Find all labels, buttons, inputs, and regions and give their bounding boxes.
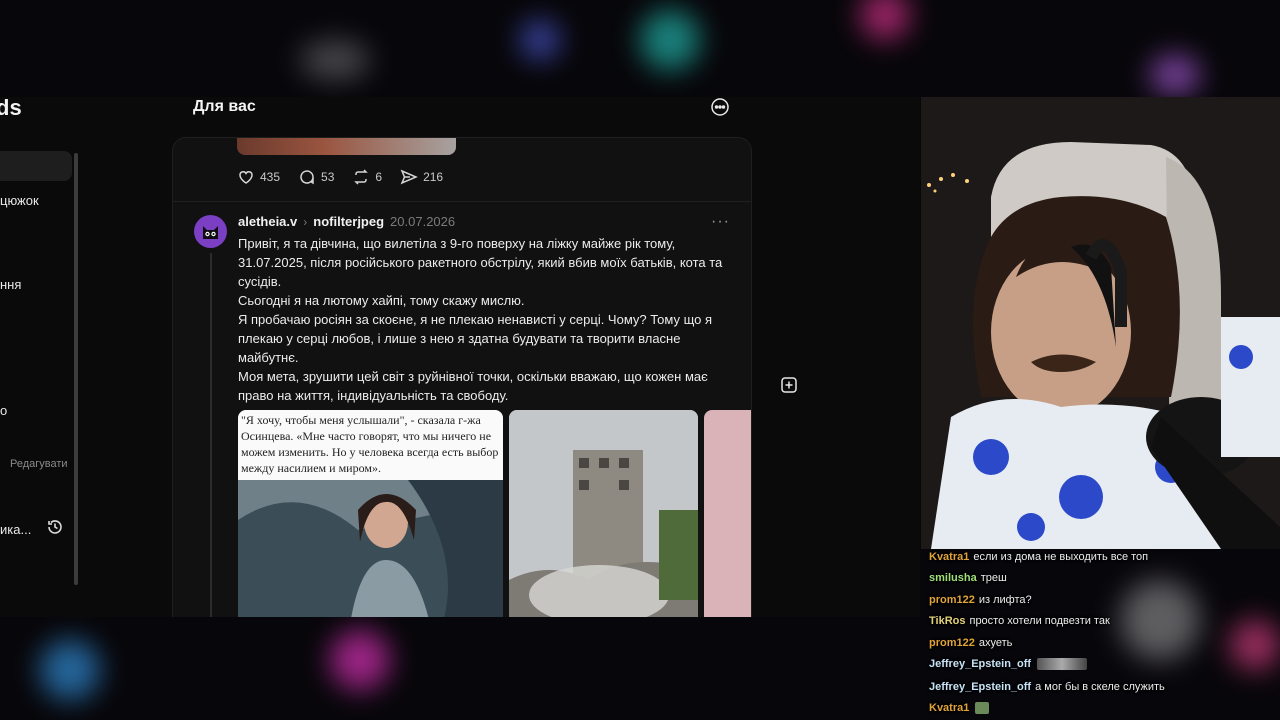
chat-text: просто хотели подвезти так (969, 615, 1110, 627)
sidebar-item-active[interactable] (0, 151, 72, 181)
stream-chat: Kvatra1 если из дома не выходить все топ … (921, 548, 1280, 720)
chat-username[interactable]: prom122 (929, 594, 975, 606)
post-image-3[interactable] (704, 410, 751, 617)
chevron-right-icon: › (303, 214, 308, 229)
feed-title: Для вас (193, 98, 256, 115)
thread-line (210, 253, 212, 617)
comment-icon (300, 170, 314, 185)
chat-username[interactable]: smilusha (929, 572, 977, 584)
chat-username[interactable]: TikRos (929, 615, 965, 627)
like-count: 435 (260, 170, 281, 184)
post-date: 20.07.2026 (390, 214, 456, 229)
previous-post-image[interactable] (237, 138, 456, 155)
chat-message: Jeffrey_Epstein_off (929, 658, 1088, 671)
previous-post-actions: 435 53 6 216 (237, 168, 443, 186)
comment-count: 53 (321, 170, 335, 184)
post-paragraph: Моя мета, зрушити цей світ з руйнівної т… (238, 369, 708, 403)
comment-button[interactable]: 53 (298, 168, 334, 186)
chat-username[interactable]: Jeffrey_Epstein_off (929, 681, 1031, 693)
post-paragraph: Привіт, я та дівчина, що вилетіла з 9-го… (238, 236, 723, 289)
chat-text: а мог бы в скеле служить (1035, 681, 1165, 693)
chat-text: если из дома не выходить все топ (973, 551, 1149, 563)
image-caption: "Я хочу, чтобы меня услышали", - сказала… (238, 410, 503, 480)
more-options-icon[interactable] (710, 97, 730, 117)
history-icon[interactable] (46, 518, 64, 536)
post-more-icon[interactable]: ··· (711, 213, 730, 231)
photo-woman-in-hospital (238, 480, 503, 617)
reply-to-username[interactable]: nofilterjpeg (313, 214, 384, 229)
post-image-1[interactable]: "Я хочу, чтобы меня услышали", - сказала… (238, 410, 503, 617)
post-paragraph: Я пробачаю росіян за скоєне, я не плекаю… (238, 312, 713, 365)
feed-card: 435 53 6 216 aletheia.v › nofilterjpeg 2… (172, 137, 752, 617)
repost-icon (354, 169, 369, 185)
sidebar-item-1[interactable]: цюжок (0, 193, 39, 208)
post-paragraph: Сьогодні я на лютому хайпі, тому скажу м… (238, 293, 525, 308)
add-column-icon[interactable] (780, 376, 798, 394)
post-text: Привіт, я та дівчина, що вилетіла з 9-го… (238, 234, 738, 405)
photo-destroyed-building (509, 410, 698, 617)
chat-message: prom122 ахуеть (929, 637, 1012, 649)
chat-username[interactable]: Kvatra1 (929, 551, 969, 563)
send-icon (400, 169, 418, 185)
post-header: aletheia.v › nofilterjpeg 20.07.2026 (238, 214, 455, 229)
chat-message: Kvatra1 (929, 702, 990, 715)
chat-message: TikRos просто хотели подвезти так (929, 615, 1110, 627)
share-count: 216 (423, 170, 444, 184)
chat-username[interactable]: Jeffrey_Epstein_off (929, 658, 1031, 670)
chat-username[interactable]: prom122 (929, 637, 975, 649)
sidebar: цюжок ння о Редагувати ика... (0, 97, 80, 617)
repost-count: 6 (375, 170, 383, 184)
post-image-2[interactable] (509, 410, 698, 617)
heart-icon (239, 171, 253, 184)
chat-text: треш (980, 572, 1007, 584)
sidebar-item-2[interactable]: ння (0, 277, 21, 292)
chat-text: ахуеть (978, 637, 1013, 649)
sidebar-item-4[interactable]: ика... (0, 522, 31, 537)
chat-emote (975, 702, 990, 715)
chat-message: Jeffrey_Epstein_off а мог бы в скеле служ… (929, 681, 1165, 693)
post-divider (173, 201, 751, 202)
avatar[interactable] (194, 215, 227, 248)
sidebar-scrollbar[interactable] (74, 153, 78, 585)
post-username[interactable]: aletheia.v (238, 214, 297, 229)
streamer-webcam-image (921, 97, 1280, 549)
webcam-feed (921, 97, 1280, 549)
chat-text: из лифта? (978, 594, 1032, 606)
sidebar-item-3[interactable]: о (0, 403, 7, 418)
chat-message: prom122 из лифта? (929, 594, 1032, 606)
chat-message: smilusha треш (929, 572, 1007, 584)
like-button[interactable]: 435 (237, 168, 280, 186)
sidebar-edit-link[interactable]: Редагувати (10, 458, 68, 470)
chat-username[interactable]: Kvatra1 (929, 702, 969, 714)
repost-button[interactable]: 6 (352, 168, 382, 186)
threads-app-window: ds цюжок ння о Редагувати ика... Для вас… (0, 97, 920, 617)
cat-avatar-icon (203, 226, 218, 239)
chat-message: Kvatra1 если из дома не выходить все топ (929, 551, 1148, 563)
share-button[interactable]: 216 (400, 168, 443, 186)
chat-emote (1037, 658, 1088, 671)
